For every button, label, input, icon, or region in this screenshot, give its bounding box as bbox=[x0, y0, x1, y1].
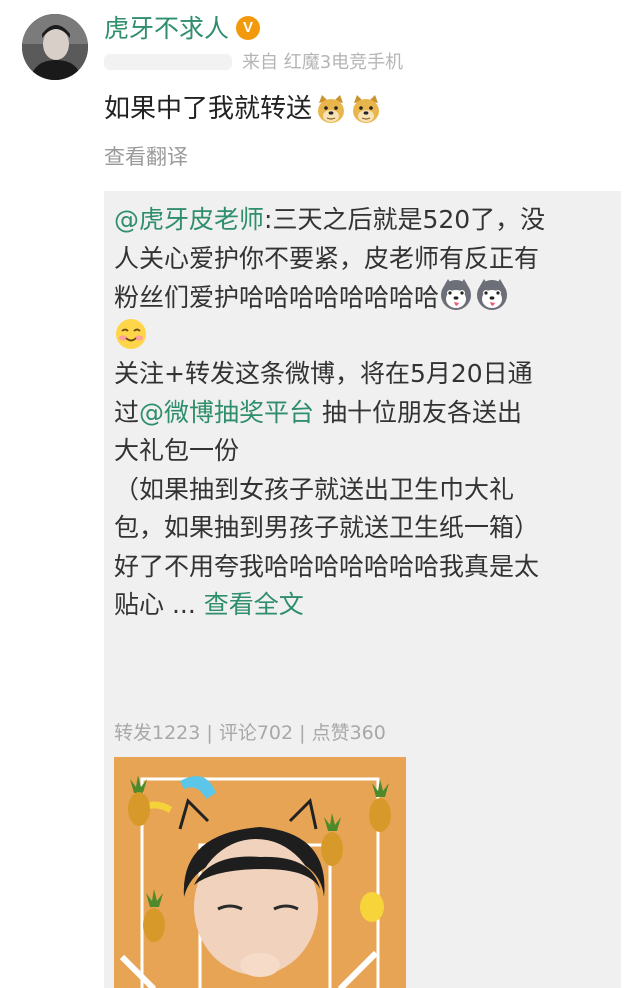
author-mention-link[interactable]: @虎牙皮老师 bbox=[114, 205, 264, 234]
lottery-mention-link[interactable]: @微博抽奖平台 bbox=[139, 398, 314, 427]
repost-line: 包，如果抽到男孩子就送卫生纸一箱） bbox=[114, 513, 540, 542]
post-text-content: 如果中了我就转送 bbox=[104, 94, 313, 124]
translate-link[interactable]: 查看翻译 bbox=[104, 142, 188, 172]
repost-line-text: 抽十位朋友各送出 bbox=[314, 397, 522, 427]
repost-line-text: 粉丝们爱护哈哈哈哈哈哈哈哈 bbox=[114, 283, 440, 312]
repost-line-text: 过 bbox=[114, 397, 140, 427]
avatar-photo bbox=[22, 14, 88, 80]
doge-emoji-icon bbox=[318, 95, 345, 123]
repost-text: @虎牙皮老师:三天之后就是520了，没 人关心爱护你不要紧，皮老师有反正有 粉丝… bbox=[114, 201, 614, 625]
repost-line: @虎牙皮老师:三天之后就是520了，没 bbox=[114, 201, 614, 240]
repost-line: （如果抽到女孩子就送出卫生巾大礼 bbox=[114, 474, 515, 504]
repost-line-text: 贴心 ... bbox=[114, 590, 204, 619]
verified-v-icon: V bbox=[236, 16, 260, 40]
repost-line: 人关心爱护你不要紧，皮老师有反正有 bbox=[114, 243, 540, 273]
username[interactable]: 虎牙不求人 bbox=[104, 12, 229, 46]
repost-line: 关注+转发这条微博，将在5月20日通 bbox=[114, 359, 533, 388]
post-image-illustration bbox=[114, 757, 406, 988]
repost-stats[interactable]: 转发1223 | 评论702 | 点赞360 bbox=[114, 719, 386, 747]
read-more-link[interactable]: 查看全文 bbox=[204, 590, 304, 619]
doge-emoji-icon bbox=[353, 95, 380, 123]
husky-emoji-icon bbox=[477, 279, 508, 310]
weibo-post: 虎牙不求人 V 来自 红魔3电竞手机 如果中了我就转送 查看翻译 @虎牙皮老师:… bbox=[0, 0, 641, 988]
repost-line: 大礼包一份 bbox=[114, 436, 240, 465]
repost-line-text: 三天之后就是520了，没 bbox=[272, 205, 546, 234]
repost-line: 粉丝们爱护哈哈哈哈哈哈哈哈 bbox=[114, 278, 614, 317]
smile-emoji-icon bbox=[116, 318, 146, 349]
post-image[interactable] bbox=[114, 757, 406, 988]
husky-emoji-icon bbox=[441, 279, 472, 310]
post-text: 如果中了我就转送 bbox=[104, 90, 382, 128]
avatar[interactable] bbox=[22, 14, 88, 80]
post-source: 来自 红魔3电竞手机 bbox=[242, 52, 404, 73]
repost-line: 过@微博抽奖平台 抽十位朋友各送出 bbox=[114, 394, 614, 433]
repost-line bbox=[114, 317, 614, 356]
reposted-content[interactable]: @虎牙皮老师:三天之后就是520了，没 人关心爱护你不要紧，皮老师有反正有 粉丝… bbox=[104, 191, 621, 988]
repost-line: 贴心 ... 查看全文 bbox=[114, 586, 614, 625]
lemon-icon bbox=[360, 892, 384, 922]
repost-line: 好了不用夸我哈哈哈哈哈哈哈我真是太 bbox=[114, 551, 540, 581]
blurred-timestamp bbox=[104, 54, 232, 70]
